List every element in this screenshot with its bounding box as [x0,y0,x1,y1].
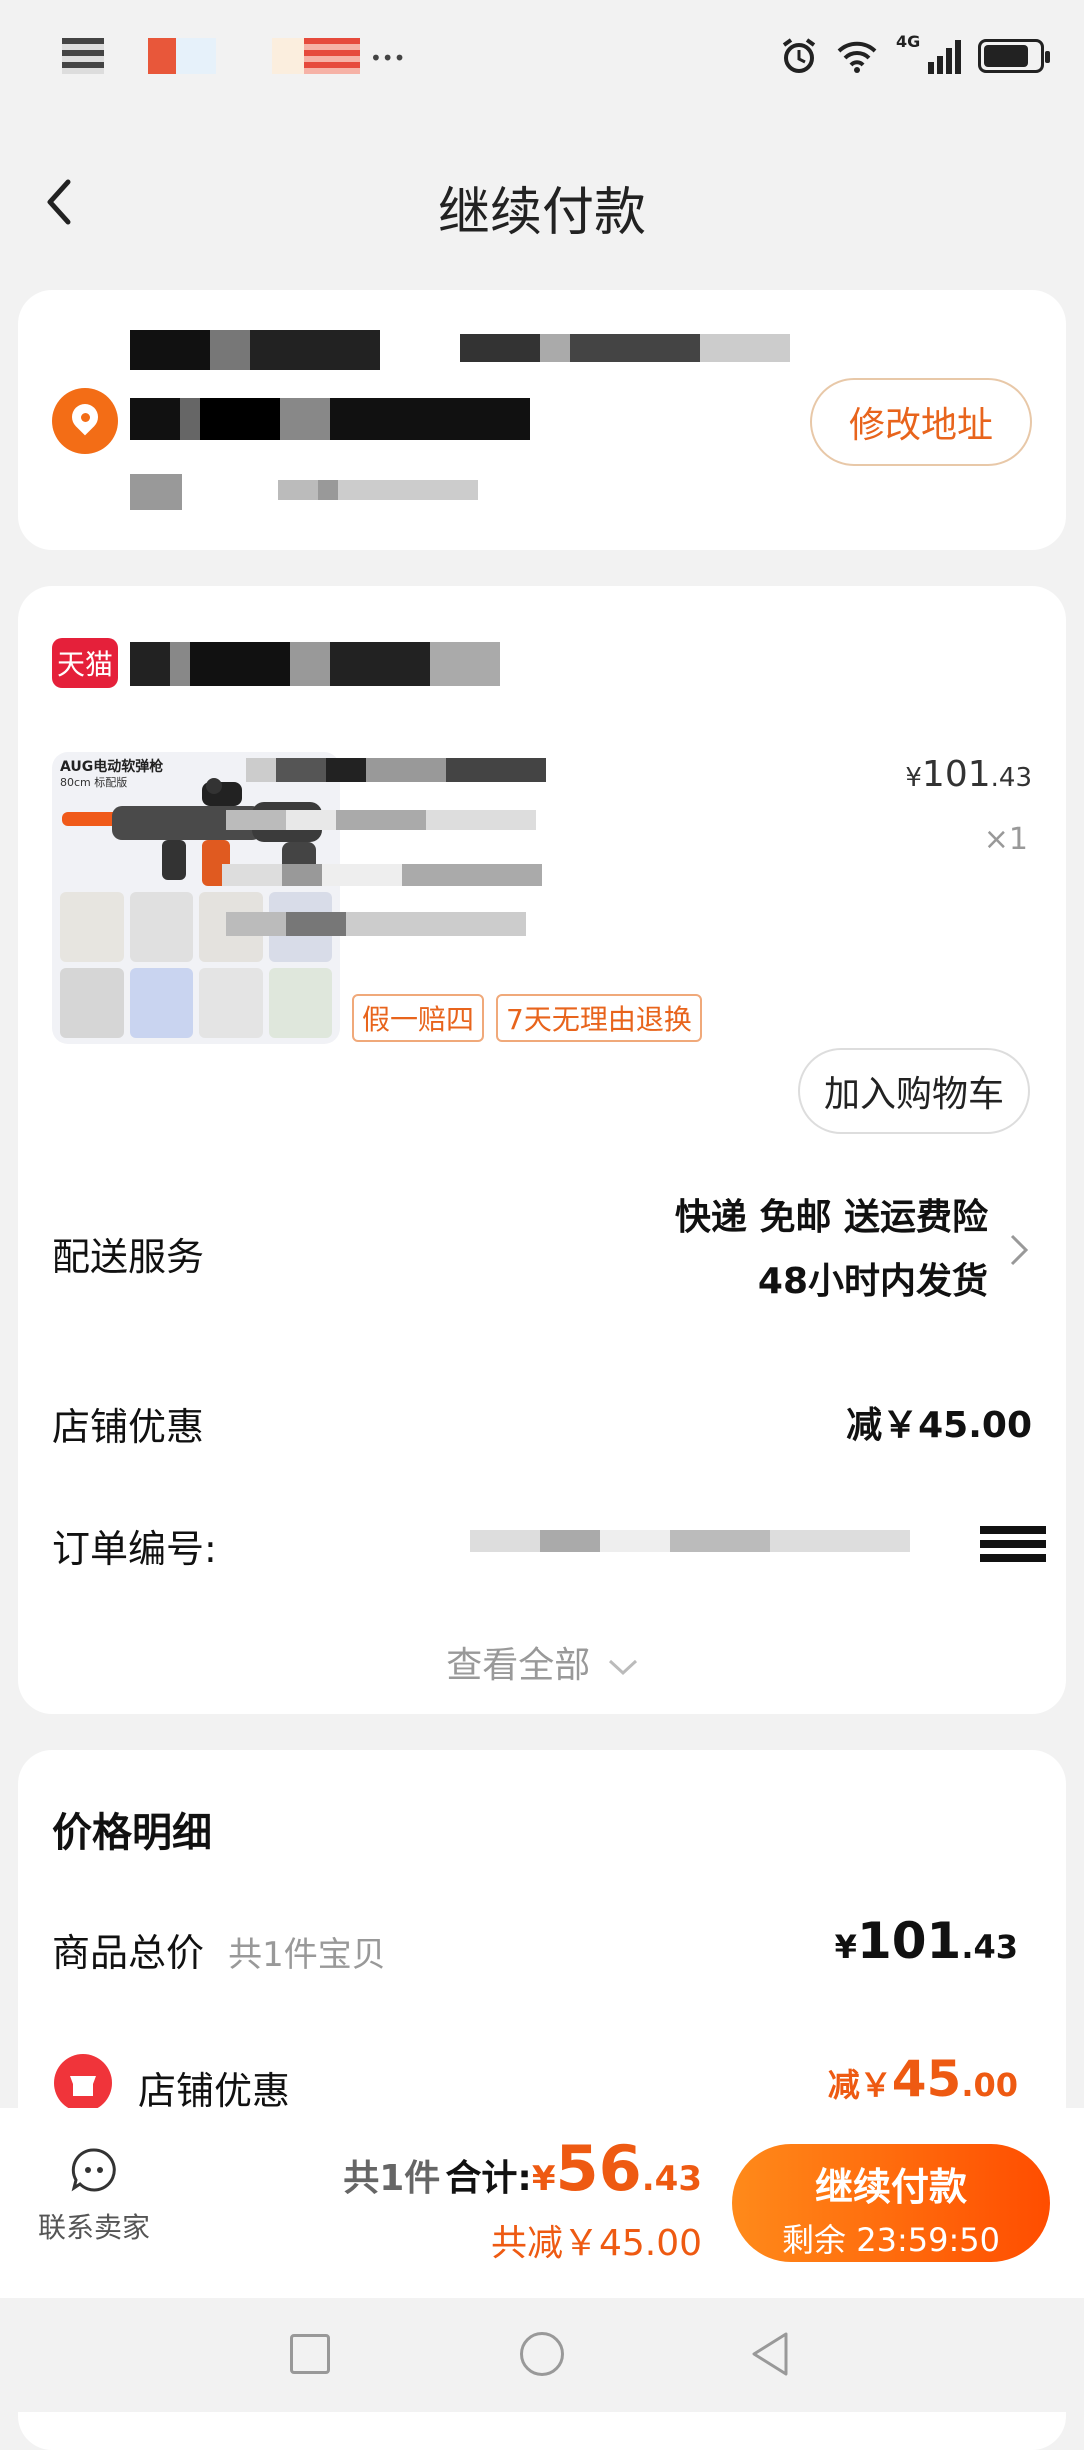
contact-seller-button[interactable]: 联系卖家 [24,2144,164,2264]
view-all-button[interactable]: 查看全部 [18,1636,1066,1688]
total-decimal: .43 [641,2159,702,2199]
total-saved: 共减￥45.00 [490,2223,702,2264]
signal-icon: 4G [896,32,961,74]
battery-icon [978,39,1050,73]
wifi-icon [837,41,877,73]
view-all-label: 查看全部 [446,1645,591,1686]
product-price-main: 101 [921,754,991,795]
order-card: 天猫 AUG电动软弹枪 80cm 标配版 ¥101.43 ×1 假一赔四 7天无… [18,586,1066,1714]
total-main: 56 [555,2132,642,2205]
tag-fake-compensation: 假一赔四 [352,994,485,1042]
price-shop-discount-main: 45 [891,2050,962,2108]
edit-address-button[interactable]: 修改地址 [810,378,1032,466]
chevron-right-icon [1010,1234,1029,1266]
pay-countdown: 剩余 23:59:50 [782,2221,1000,2259]
goods-total-decimal: .43 [961,1928,1018,1966]
address-card[interactable]: 修改地址 [18,290,1066,550]
page-title: 继续付款 [437,183,646,243]
product-price-decimal: .43 [990,763,1032,793]
delivery-line1: 快递 免邮 送运费险 [674,1197,988,1238]
address-line-redacted [130,398,530,440]
shop-discount-icon [54,2054,112,2112]
total-currency: ¥ [531,2159,556,2199]
goods-total-label: 商品总价 共1件宝贝 [52,1922,386,1977]
total-label: 合计: [445,2158,532,2199]
price-shop-discount-value: 减￥45.00 [828,2050,1018,2108]
product-quantity: ×1 [983,822,1028,857]
continue-pay-button[interactable]: 继续付款 剩余 23:59:50 [732,2144,1050,2262]
alarm-icon [782,38,816,73]
goods-total-text: 商品总价 [52,1931,205,1975]
add-to-cart-button[interactable]: 加入购物车 [798,1048,1030,1134]
chat-face-icon [71,2148,116,2192]
shop-discount-label: 店铺优惠 [52,1405,205,1449]
status-notification-icons: ••• [62,38,432,74]
system-nav-bar [0,2298,1084,2412]
status-system-icons: 4G [780,32,1050,78]
price-shop-discount-decimal: .00 [961,2066,1018,2104]
home-button[interactable] [520,2332,564,2376]
shop-name-redacted[interactable] [130,642,500,686]
contact-seller-label: 联系卖家 [37,2211,150,2244]
recent-apps-button[interactable] [290,2334,330,2374]
title-bar: 继续付款 [0,150,1084,254]
recipient-name-redacted [130,330,790,370]
chevron-down-icon [608,1659,637,1676]
goods-total-currency: ¥ [834,1928,857,1966]
nav-back-button[interactable] [748,2330,792,2378]
continue-pay-label: 继续付款 [814,2165,967,2209]
order-total: 共1件 合计:¥56.43 共减￥45.00 [343,2134,702,2268]
bottom-action-bar: 联系卖家 共1件 合计:¥56.43 共减￥45.00 继续付款 剩余 23:5… [0,2108,1084,2298]
product-title-redacted[interactable] [222,746,766,936]
price-shop-discount-prefix: 减￥ [827,2066,892,2104]
order-number-label: 订单编号: [52,1527,217,1571]
delivery-line2: 48小时内发货 [757,1261,988,1302]
price-detail-title: 价格明细 [52,1810,212,1856]
item-count: 共1件 [343,2158,441,2199]
product-tags: 假一赔四 7天无理由退换 [352,994,702,1042]
tmall-logo: 天猫 [52,638,118,688]
shop-discount-value: 减￥45.00 [846,1405,1032,1446]
goods-total-value: ¥101.43 [835,1912,1018,1970]
status-bar: ••• 4G [0,0,1084,112]
phone-redacted [130,474,490,510]
delivery-label: 配送服务 [52,1235,205,1279]
delivery-service-row[interactable]: 快递 免邮 送运费险 48小时内发货 [675,1186,1030,1314]
order-number-redacted [470,1526,1050,1562]
price-shop-discount-label: 店铺优惠 [138,2069,291,2113]
tag-7day-return: 7天无理由退换 [496,994,702,1042]
goods-total-main: 101 [856,1912,962,1970]
goods-total-sub: 共1件宝贝 [228,1935,386,1975]
product-price: ¥101.43 [905,754,1032,795]
location-pin-icon [52,388,118,454]
network-type: 4G [896,32,921,51]
